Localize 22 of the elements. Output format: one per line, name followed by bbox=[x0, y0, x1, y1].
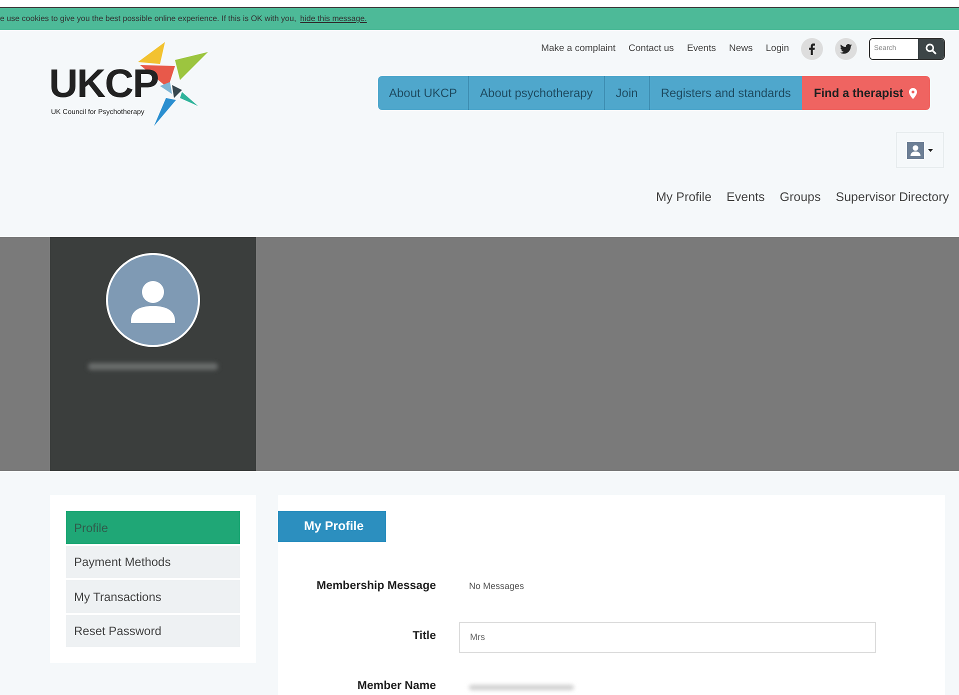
sidebar-item[interactable]: Reset Password bbox=[66, 614, 240, 647]
field-label: Title bbox=[412, 629, 436, 644]
top-link[interactable]: Login bbox=[766, 42, 789, 56]
member-nav-link[interactable]: Groups bbox=[780, 188, 821, 207]
nav-link[interactable]: Find a therapist bbox=[802, 76, 930, 110]
field-value: No Messages bbox=[469, 580, 524, 594]
member-nav-link[interactable]: Events bbox=[726, 188, 765, 207]
sidebar-item[interactable]: Payment Methods bbox=[66, 546, 240, 578]
top-link[interactable]: Events bbox=[686, 42, 716, 56]
member-nav-link[interactable]: Supervisor Directory bbox=[836, 188, 949, 207]
hide-message-link[interactable]: hide this message. bbox=[300, 13, 367, 25]
field-label: Membership Message bbox=[315, 579, 436, 594]
my-profile-tab[interactable]: My Profile bbox=[278, 511, 386, 542]
member-nav-link[interactable]: My Profile bbox=[656, 188, 712, 207]
field-label: Member Name bbox=[356, 679, 436, 694]
top-link[interactable]: News bbox=[728, 42, 753, 56]
sidebar-item[interactable]: My Transactions bbox=[66, 580, 240, 613]
cookie-message: e use cookies to give you the best possible online experience. If this is OK with you, bbox=[0, 13, 296, 25]
top-link[interactable]: Contact us bbox=[628, 42, 674, 56]
title-input[interactable]: Mrs bbox=[459, 622, 876, 652]
top-link[interactable]: Make a complaint bbox=[541, 42, 616, 56]
logo-wordmark[interactable]: UKCP bbox=[49, 64, 158, 104]
